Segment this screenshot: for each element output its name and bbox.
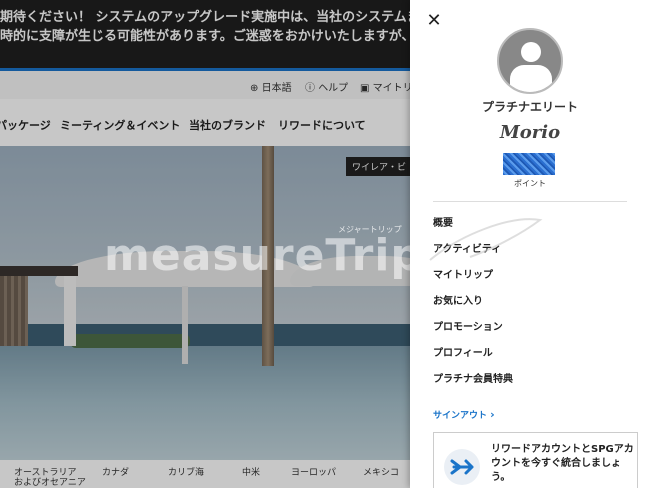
- points-value-redacted: [503, 153, 555, 175]
- avatar: [497, 28, 563, 94]
- nav-item-rewards[interactable]: リワードについて: [278, 117, 366, 133]
- hero-image: ワイレア・ビ: [0, 146, 410, 460]
- points-label: ポイント: [514, 179, 546, 188]
- region-caribbean[interactable]: カリブ海: [168, 468, 204, 478]
- pool: [0, 346, 410, 460]
- region-europe[interactable]: ヨーロッパ: [291, 468, 336, 478]
- member-name: Morio: [499, 122, 561, 143]
- nav-item-brands[interactable]: 当社のブランド: [189, 117, 266, 133]
- watermark-swoosh: [429, 218, 543, 261]
- utility-bar: ⊕ 日本語 ⓘ ヘルプ ▣ マイトリ: [0, 71, 413, 99]
- hedge: [70, 334, 190, 348]
- promo-text: リワードアカウントとSPGアカウントを今すぐ統合しましょう。: [491, 444, 634, 483]
- umbrella-pole: [182, 286, 188, 364]
- question-icon: ⓘ: [305, 83, 315, 94]
- nav-item-meetings[interactable]: ミーティング＆イベント: [60, 117, 180, 133]
- account-side-panel: ✕ プラチナエリート Morio ポイント 概要 アクティビティ マイトリップ …: [410, 0, 650, 488]
- chevron-right-icon: ›: [490, 408, 495, 421]
- language-link[interactable]: ⊕ 日本語: [250, 79, 292, 94]
- nav-item-packages[interactable]: パッケージ: [0, 117, 51, 133]
- my-trips-link[interactable]: ▣ マイトリ: [360, 79, 413, 94]
- main-navigation: パッケージ ミーティング＆イベント 当社のブランド リワードについて: [0, 100, 410, 146]
- avatar-body: [510, 65, 552, 92]
- help-link[interactable]: ⓘ ヘルプ: [305, 79, 348, 94]
- close-icon[interactable]: ✕: [425, 12, 443, 30]
- merge-arrow-icon: [444, 449, 480, 485]
- region-australia[interactable]: オーストラリア およびオセアニア: [14, 468, 86, 488]
- sign-out-label: サインアウト: [433, 411, 488, 421]
- cabana: [0, 266, 78, 346]
- account-merge-promo[interactable]: リワードアカウントとSPGアカウントを今すぐ統合しましょう。: [433, 432, 638, 488]
- menu-item-platinum-benefits[interactable]: プラチナ会員特典: [433, 370, 513, 385]
- member-tier: プラチナエリート: [481, 100, 578, 114]
- region-central-america[interactable]: 中米: [242, 468, 260, 478]
- hero-location-tag[interactable]: ワイレア・ビ: [345, 157, 410, 176]
- menu-item-promotions[interactable]: プロモーション: [433, 318, 503, 333]
- region-canada[interactable]: カナダ: [102, 468, 129, 478]
- avatar-head: [521, 42, 541, 62]
- region-mexico[interactable]: メキシコ: [363, 468, 399, 478]
- menu-item-favorites[interactable]: お気に入り: [433, 292, 483, 307]
- watermark-subtitle: メジャートリップ: [338, 225, 402, 234]
- region-tabs: オーストラリア およびオセアニア カナダ カリブ海 中米 ヨーロッパ メキシコ: [0, 460, 410, 488]
- menu-item-profile[interactable]: プロフィール: [433, 344, 493, 359]
- divider: [433, 201, 627, 202]
- suitcase-icon: ▣: [360, 83, 370, 94]
- globe-icon: ⊕: [250, 83, 259, 94]
- sign-out-link[interactable]: サインアウト ›: [433, 408, 495, 421]
